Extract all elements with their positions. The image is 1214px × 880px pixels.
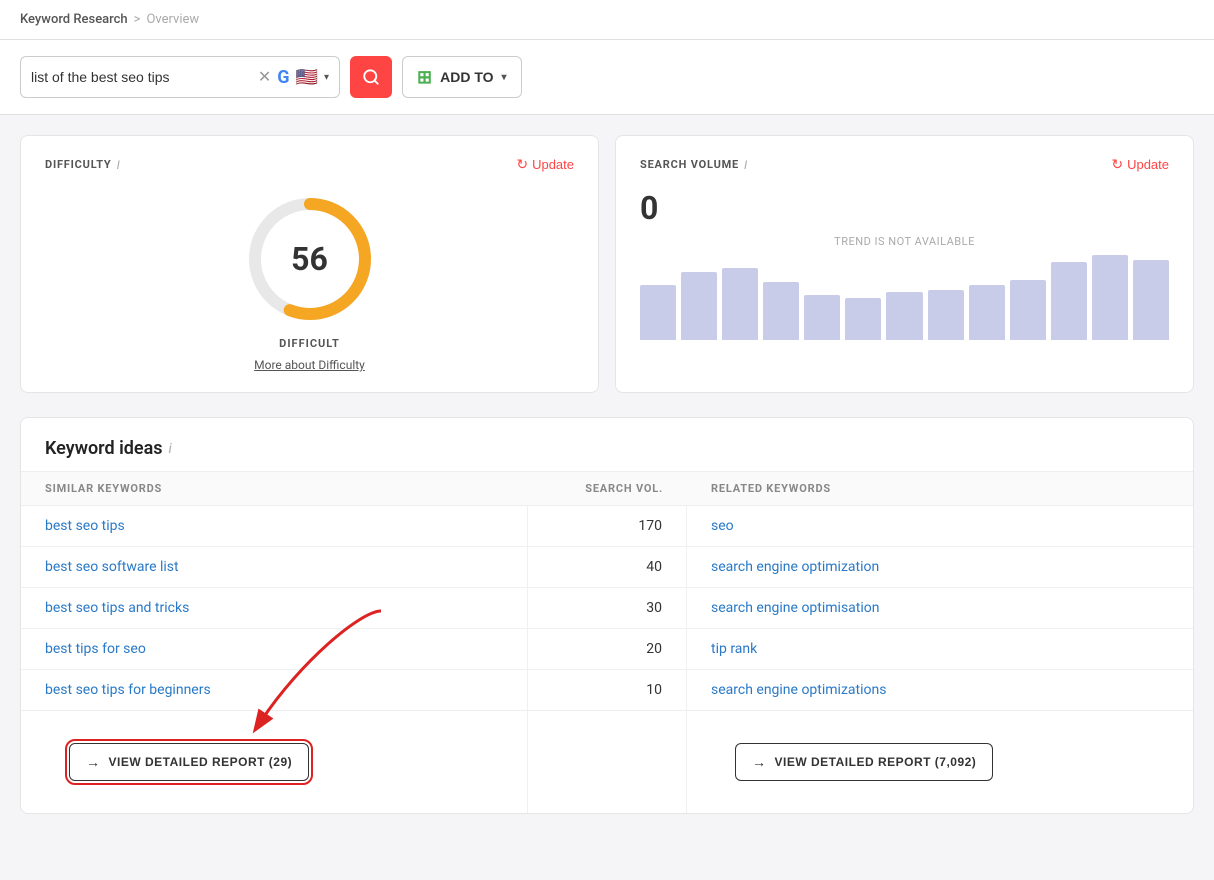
footer-cells: → VIEW DETAILED REPORT (29) → — [21, 710, 1193, 813]
search-volume-card: SEARCH VOLUME i ↻ Update 0 TREND IS NOT … — [615, 135, 1194, 393]
view-similar-report-button[interactable]: → VIEW DETAILED REPORT (29) — [69, 743, 309, 781]
breadcrumb: Keyword Research > Overview — [0, 0, 1214, 40]
footer-similar-cell: → VIEW DETAILED REPORT (29) — [21, 711, 527, 813]
bar — [1010, 280, 1046, 340]
arrow-right-icon: → — [86, 754, 101, 770]
similar-keyword-cell[interactable]: best seo tips — [21, 506, 527, 547]
more-about-difficulty-link[interactable]: More about Difficulty — [254, 358, 365, 372]
bar — [886, 292, 922, 340]
ideas-grid: SIMILAR KEYWORDS SEARCH VOL. RELATED KEY… — [21, 471, 1193, 710]
similar-keyword-cell[interactable]: best seo software list — [21, 547, 527, 588]
bar — [969, 285, 1005, 340]
bar — [928, 290, 964, 340]
refresh-icon-vol: ↻ — [1111, 156, 1123, 173]
difficulty-title: DIFFICULTY i — [45, 158, 121, 172]
google-logo: G — [277, 67, 289, 88]
search-vol-cell: 40 — [527, 547, 687, 588]
breadcrumb-parent[interactable]: Keyword Research — [20, 12, 128, 27]
gauge-value: 56 — [291, 240, 328, 278]
keyword-ideas-header: Keyword ideas i — [21, 418, 1193, 471]
search-volume-title: SEARCH VOLUME i — [640, 158, 748, 172]
add-to-chevron-icon: ▾ — [502, 72, 507, 83]
related-keyword-cell[interactable]: seo — [687, 506, 1193, 547]
col-related-header: RELATED KEYWORDS — [687, 471, 1193, 506]
similar-keyword-cell[interactable]: best seo tips for beginners — [21, 670, 527, 710]
cards-row: DIFFICULTY i ↻ Update 56 DIFFICULT Mo — [20, 135, 1194, 393]
related-keyword-cell[interactable]: tip rank — [687, 629, 1193, 670]
similar-keyword-cell[interactable]: best tips for seo — [21, 629, 527, 670]
search-input[interactable] — [31, 69, 252, 85]
search-vol-cell: 20 — [527, 629, 687, 670]
difficulty-card: DIFFICULTY i ↻ Update 56 DIFFICULT Mo — [20, 135, 599, 393]
col-vol-header: SEARCH VOL. — [527, 471, 687, 506]
clear-icon[interactable]: ✕ — [258, 69, 271, 85]
view-related-report-button[interactable]: → VIEW DETAILED REPORT (7,092) — [735, 743, 993, 781]
bar — [1051, 262, 1087, 340]
bar — [640, 285, 676, 340]
search-volume-info-icon[interactable]: i — [744, 158, 748, 172]
search-vol-cell: 170 — [527, 506, 687, 547]
search-volume-update-button[interactable]: ↻ Update — [1111, 156, 1169, 173]
keyword-ideas-info-icon[interactable]: i — [169, 441, 172, 457]
bar — [1092, 255, 1128, 340]
similar-keyword-cell[interactable]: best seo tips and tricks — [21, 588, 527, 629]
footer-related-cell: → VIEW DETAILED REPORT (7,092) — [687, 711, 1193, 813]
footer-vol-cell — [527, 711, 687, 813]
search-button[interactable] — [350, 56, 392, 98]
trend-unavailable-label: TREND IS NOT AVAILABLE — [640, 235, 1169, 248]
bar-chart — [640, 260, 1169, 340]
main-content: DIFFICULTY i ↻ Update 56 DIFFICULT Mo — [0, 115, 1214, 834]
related-keyword-cell[interactable]: search engine optimization — [687, 547, 1193, 588]
refresh-icon: ↻ — [516, 156, 528, 173]
add-to-button[interactable]: ⊞ ADD TO ▾ — [402, 56, 522, 98]
search-bar: ✕ G 🇺🇸 ▾ ⊞ ADD TO ▾ — [0, 40, 1214, 115]
keyword-ideas-section: Keyword ideas i SIMILAR KEYWORDS SEARCH … — [20, 417, 1194, 814]
related-keyword-cell[interactable]: search engine optimisation — [687, 588, 1193, 629]
difficulty-label: DIFFICULT — [279, 337, 340, 350]
breadcrumb-separator: > — [134, 12, 141, 27]
add-to-icon: ⊞ — [417, 67, 432, 88]
bar — [845, 298, 881, 340]
bar — [681, 272, 717, 340]
search-volume-value: 0 — [640, 189, 1169, 227]
bar — [763, 282, 799, 340]
search-vol-cell: 30 — [527, 588, 687, 629]
bar — [1133, 260, 1169, 340]
arrow-right-icon-related: → — [752, 754, 767, 770]
chevron-down-icon: ▾ — [324, 72, 329, 83]
related-keyword-cell[interactable]: search engine optimizations — [687, 670, 1193, 710]
search-icon — [362, 68, 380, 86]
difficulty-update-button[interactable]: ↻ Update — [516, 156, 574, 173]
gauge-wrap: 56 — [240, 189, 380, 329]
search-vol-cell: 10 — [527, 670, 687, 710]
bar — [722, 268, 758, 340]
difficulty-info-icon[interactable]: i — [117, 158, 121, 172]
bar — [804, 295, 840, 340]
breadcrumb-current: Overview — [146, 12, 199, 27]
col-similar-header: SIMILAR KEYWORDS — [21, 471, 527, 506]
add-to-label: ADD TO — [440, 69, 493, 85]
flag-icon: 🇺🇸 — [296, 67, 318, 88]
search-input-wrap: ✕ G 🇺🇸 ▾ — [20, 56, 340, 98]
